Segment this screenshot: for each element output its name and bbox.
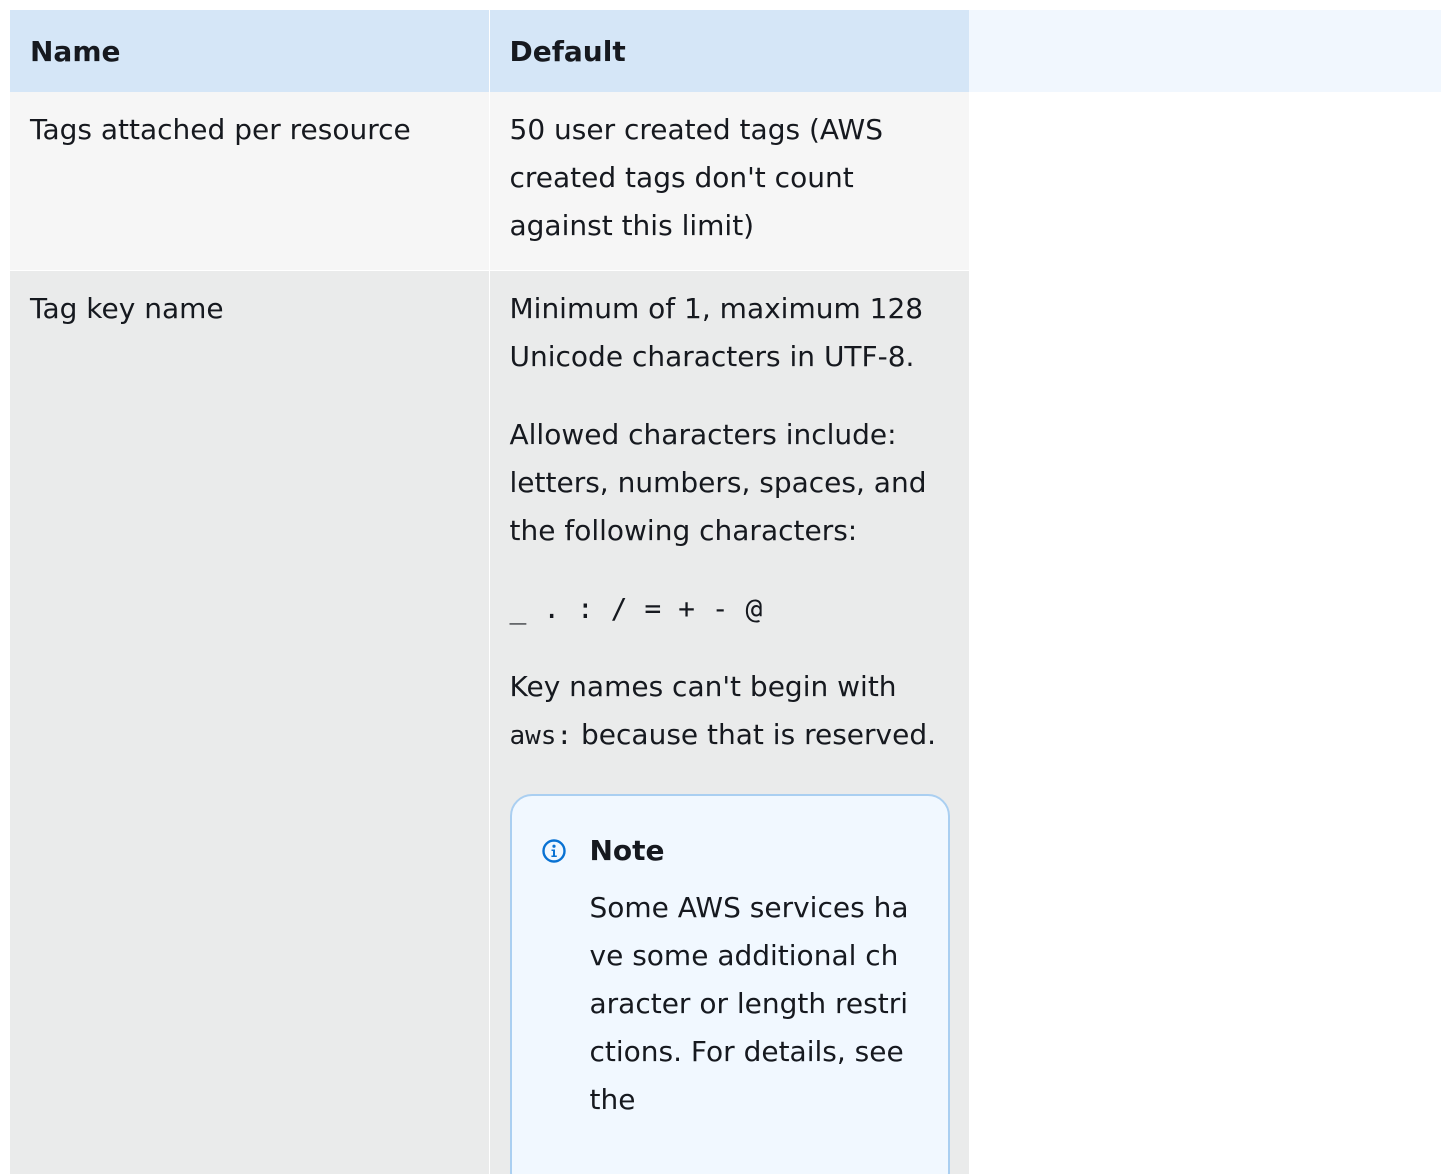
header-background-extension [968, 10, 1441, 92]
note-body: Some AWS services have some additional c… [589, 890, 909, 1116]
note-header: Note [536, 828, 924, 874]
reserved-prefix-code: aws: [509, 720, 573, 751]
allowed-characters-text: Allowed characters include: letters, num… [509, 417, 927, 547]
key-length-text: Minimum of 1, maximum 128 Unicode charac… [509, 291, 924, 373]
table-row: Tags attached per resource 50 user creat… [10, 92, 969, 271]
page: Name Default Tags attached per resource … [0, 0, 1441, 1174]
note-callout: Note Some AWS services have some additio… [509, 793, 950, 1174]
column-header-name: Name [10, 10, 489, 92]
cell-name-tag-key-name: Tag key name [10, 270, 489, 1174]
cell-name-tags-per-resource: Tags attached per resource [10, 92, 489, 271]
note-title: Note [589, 833, 665, 867]
table-header-row: Name Default [10, 10, 969, 92]
table-row: Tag key name Minimum of 1, maximum 128 U… [10, 270, 969, 1174]
cell-default-tags-per-resource: 50 user created tags (AWS created tags d… [488, 92, 969, 271]
reserved-prefix-before: Key names can't begin with [509, 669, 897, 703]
info-icon [541, 838, 566, 863]
reserved-prefix-text: Key names can't begin with aws: because … [510, 663, 950, 760]
column-header-default: Default [488, 10, 969, 92]
cell-default-tag-key-name: Minimum of 1, maximum 128 Unicode charac… [488, 270, 969, 1174]
reserved-prefix-after: because that is reserved. [572, 717, 936, 751]
tag-limits-table: Name Default Tags attached per resource … [10, 10, 969, 1174]
special-characters-code: _ . : / = + - @ [509, 591, 763, 625]
